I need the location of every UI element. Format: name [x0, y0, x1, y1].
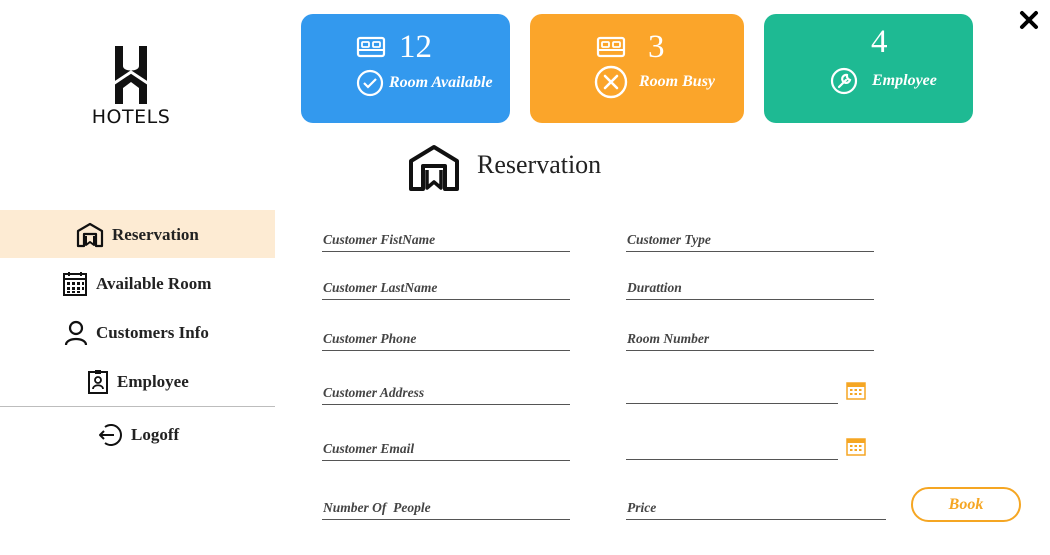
reservation-icon [409, 145, 459, 191]
employee-label: Employee [872, 72, 937, 89]
rooms-available-label: Room Available [389, 74, 493, 91]
sidebar-item-reservation[interactable]: Reservation [0, 210, 275, 258]
customer-email-field[interactable] [322, 438, 572, 461]
customer-firstname-input[interactable] [322, 229, 572, 251]
bed-icon [596, 36, 626, 58]
room-number-field[interactable] [626, 328, 876, 351]
customer-email-input[interactable] [322, 438, 572, 460]
sidebar-item-label: Available Room [96, 274, 212, 293]
sidebar-item-customers-info[interactable]: Customers Info [0, 308, 275, 356]
price-field[interactable] [626, 497, 888, 520]
stat-card-available: 12 Room Available [301, 14, 510, 123]
logout-icon [99, 424, 122, 446]
check-circle-icon [356, 69, 384, 97]
hotel-logo: HOTELS [88, 46, 174, 136]
customer-address-field[interactable] [322, 382, 572, 405]
number-of-people-field[interactable] [322, 497, 572, 520]
employee-count: 4 [871, 24, 888, 60]
customer-phone-input[interactable] [322, 328, 572, 350]
sidebar-item-label: Reservation [112, 225, 199, 244]
close-icon [1020, 11, 1038, 29]
calendar-grid-icon [63, 272, 87, 296]
sidebar-item-label: Employee [117, 372, 189, 391]
sidebar-item-employee[interactable]: Employee [0, 357, 275, 405]
stat-card-busy: 3 Room Busy [530, 14, 744, 123]
sidebar-item-logoff[interactable]: Logoff [0, 410, 275, 458]
customer-address-input[interactable] [322, 382, 572, 404]
user-icon [64, 320, 88, 346]
room-number-input[interactable] [626, 328, 876, 350]
customer-lastname-input[interactable] [322, 277, 572, 299]
bed-icon [356, 36, 386, 58]
stat-card-employee: 4 Employee [764, 14, 973, 123]
x-circle-icon [594, 65, 628, 99]
customer-lastname-field[interactable] [322, 277, 572, 300]
calendar-icon[interactable] [846, 436, 866, 456]
rooms-busy-label: Room Busy [639, 73, 716, 90]
number-of-people-input[interactable] [322, 497, 572, 519]
rooms-busy-count: 3 [648, 29, 665, 65]
badge-icon [88, 370, 108, 394]
close-button[interactable] [1017, 8, 1041, 32]
page-title: Reservation [477, 150, 602, 179]
logo-text: HOTELS [91, 106, 171, 128]
check-in-date-field[interactable] [626, 381, 840, 404]
sidebar-item-available-room[interactable]: Available Room [0, 259, 275, 307]
hotel-logo-icon [112, 46, 150, 104]
sidebar-item-label: Customers Info [96, 323, 209, 342]
wrench-icon [830, 67, 858, 95]
customer-type-field[interactable] [626, 229, 876, 252]
check-in-date-input[interactable] [626, 381, 840, 403]
reservation-icon [76, 222, 104, 248]
price-input[interactable] [626, 497, 888, 519]
customer-type-input[interactable] [626, 229, 876, 251]
sidebar-divider [0, 406, 275, 407]
rooms-available-count: 12 [399, 29, 432, 65]
duration-field[interactable] [626, 277, 876, 300]
customer-phone-field[interactable] [322, 328, 572, 351]
check-out-date-field[interactable] [626, 437, 840, 460]
calendar-icon[interactable] [846, 380, 866, 400]
book-button[interactable]: Book [911, 487, 1021, 522]
duration-input[interactable] [626, 277, 876, 299]
customer-firstname-field[interactable] [322, 229, 572, 252]
sidebar-item-label: Logoff [131, 425, 180, 444]
check-out-date-input[interactable] [626, 437, 840, 459]
